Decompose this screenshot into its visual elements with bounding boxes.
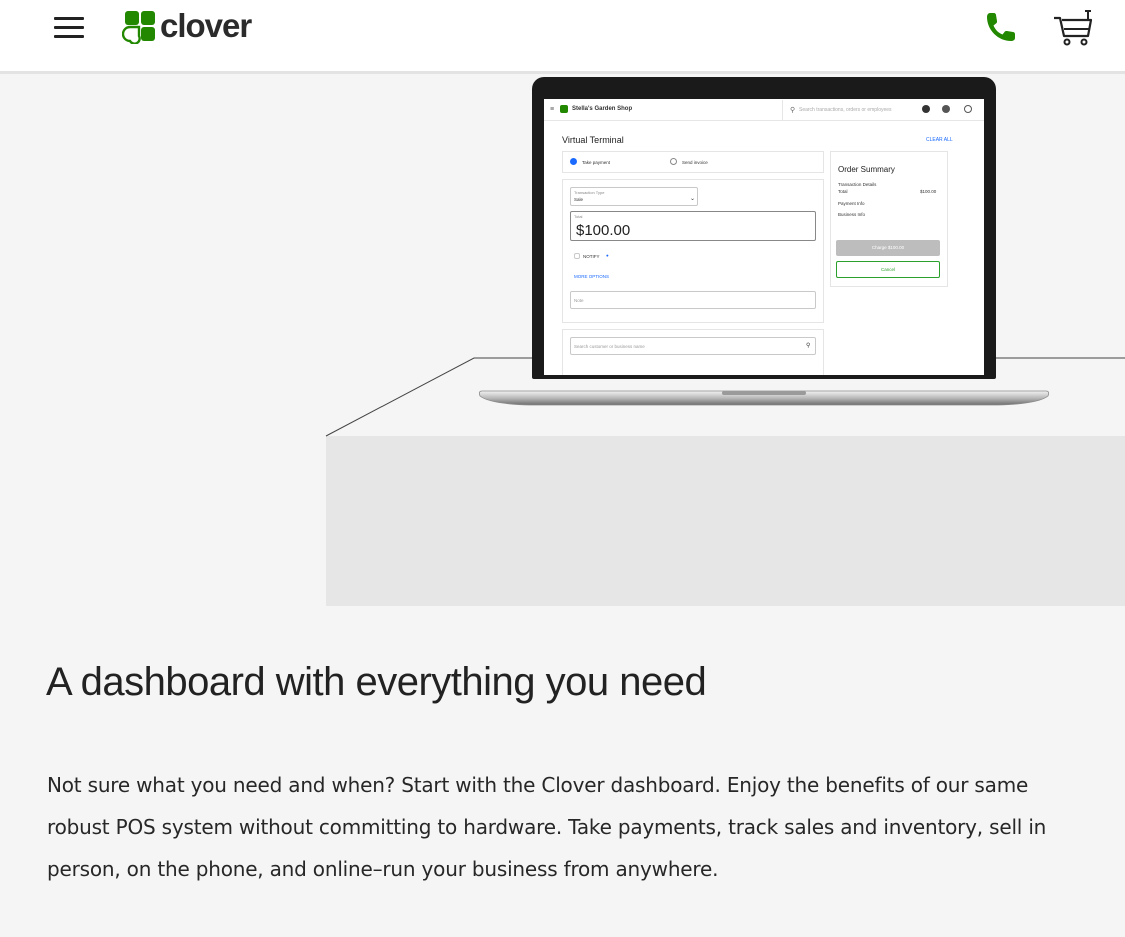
laptop-business-info: Business Info [838,212,866,217]
laptop-customer-search-icon: ⚲ [806,343,811,349]
laptop-more-options: MORE OPTIONS [574,274,610,279]
laptop-info-icon: ● [606,253,609,258]
logo-text: clover [160,7,252,44]
laptop-page-title: Virtual Terminal [562,135,624,145]
laptop-amount: $100.00 [576,222,631,239]
shopping-cart-icon[interactable] [1052,8,1094,48]
laptop-notify-label: NOTIFY [583,254,600,259]
laptop-radio-send-invoice [670,158,677,165]
clover-logo[interactable]: clover [122,7,252,44]
laptop-menu-icon: ≡ [550,106,555,113]
laptop-total-row-value: $100.00 [920,189,937,194]
laptop-shop-name: Stella's Garden Shop [572,106,633,112]
section-body-text: Not sure what you need and when? Start w… [47,773,1047,881]
laptop-total-row-label: Total [838,189,848,194]
laptop-eye-icon [922,105,930,113]
phone-icon[interactable] [984,10,1018,44]
laptop-cancel-button: Cancel [836,261,940,278]
laptop-dropdown-chevron-icon: ⌄ [690,196,696,202]
laptop-transaction-type-value: Sale [574,197,584,202]
laptop-customer-search-placeholder: Search customer or business name [574,344,645,349]
laptop-base [478,390,1050,406]
site-header: clover [0,0,1125,74]
laptop-notify-checkbox [574,253,580,259]
hamburger-menu-icon[interactable] [54,14,86,42]
clover-leaf-icon [122,11,155,44]
laptop-topbar: ≡ Stella's Garden Shop ⚲ Search transact… [544,99,984,121]
laptop-logo-icon [560,105,568,113]
laptop-clear-all: CLEAR ALL [926,137,953,143]
hero-illustration: ≡ Stella's Garden Shop ⚲ Search transact… [0,77,1125,637]
laptop-radio-take-payment [570,158,577,165]
laptop-search-field: Search transactions, orders or employees [782,100,910,120]
laptop-note-placeholder: Note [574,298,584,303]
laptop-transaction-type-label: Transaction Type [574,190,605,195]
laptop-total-label: Total [574,214,583,219]
laptop-help-icon [964,105,972,113]
laptop-transaction-details: Transaction Details [838,182,877,187]
laptop-gear-icon [942,105,950,113]
laptop-charge-button: Charge $100.00 [836,240,940,256]
laptop-display: ≡ Stella's Garden Shop ⚲ Search transact… [544,99,984,375]
laptop-order-summary-title: Order Summary [838,165,895,174]
section-headline: A dashboard with everything you need [46,660,707,704]
laptop-payment-info: Payment Info [838,201,865,206]
laptop-tab-send-invoice: Send invoice [682,160,708,165]
laptop-tab-take-payment: Take payment [582,160,611,165]
laptop-note-field [570,291,816,309]
